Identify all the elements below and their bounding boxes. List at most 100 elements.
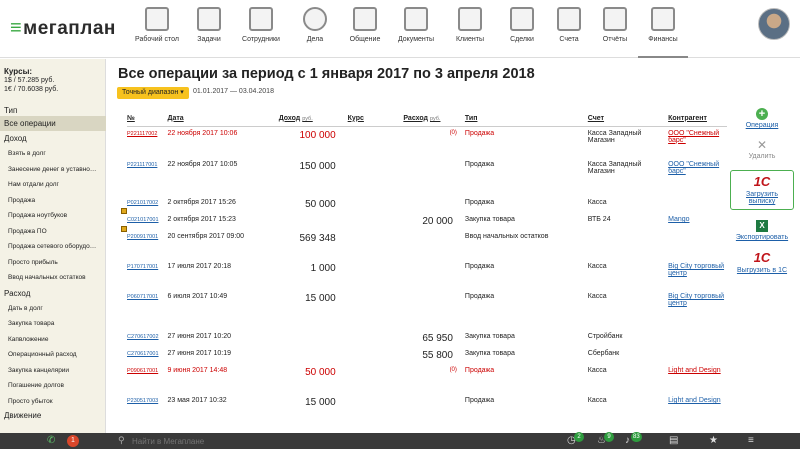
- operation-rate: [348, 158, 404, 196]
- load-statement-button[interactable]: 1С Загрузить выписку: [730, 170, 794, 210]
- nav-finance[interactable]: Финансы: [638, 4, 688, 58]
- operation-number-link[interactable]: Р170717001: [127, 264, 158, 270]
- sidebar-item-income[interactable]: Продажа сетевого оборудов...: [0, 239, 106, 255]
- table-header: № Дата Доход руб. Курс Расход руб. Тип Сче…: [127, 111, 727, 127]
- col-account[interactable]: Счет: [587, 111, 669, 127]
- table-row[interactable]: Р221117001 22 ноября 2017 10:05 150 000 Про…: [127, 158, 727, 196]
- nav-employees[interactable]: Сотрудники: [232, 4, 290, 58]
- sidebar-item-expense[interactable]: Закупка товара: [0, 316, 106, 332]
- col-type[interactable]: Тип: [464, 111, 588, 127]
- table-row[interactable]: Р200917001 20 сентября 2017 09:00 569 348 В…: [127, 230, 727, 260]
- operation-date: 9 июня 2017 14:48: [167, 367, 228, 374]
- operation-expense: [403, 158, 465, 196]
- table-row[interactable]: С021017001 2 октября 2017 15:23 20 000 Заку…: [127, 213, 727, 230]
- table-row[interactable]: Р221117002 22 ноября 2017 10:06 100 000 (0)…: [127, 126, 727, 158]
- operation-date: 27 июня 2017 10:20: [167, 333, 231, 340]
- nav-desktop[interactable]: Рабочий стол: [128, 4, 186, 58]
- operation-type: Закупка товара: [464, 216, 515, 223]
- contractor-link[interactable]: ООО "Снежный барс": [668, 130, 719, 144]
- operation-account: Касса: [587, 293, 607, 300]
- chat-icon[interactable]: ▤: [669, 435, 678, 446]
- operation-income: 150 000: [299, 161, 336, 172]
- col-num[interactable]: №: [127, 111, 168, 127]
- operation-number-link[interactable]: Р021017002: [127, 200, 158, 206]
- sidebar-item-income[interactable]: Занесение денег в уставной ...: [0, 162, 106, 178]
- expense-header[interactable]: Расход: [0, 286, 106, 301]
- add-operation-button[interactable]: + Операция: [730, 108, 794, 129]
- onec-logo-icon: 1С: [753, 250, 771, 265]
- contractor-link[interactable]: Light and Design: [668, 397, 721, 404]
- upload-1c-button[interactable]: 1С Выгрузить в 1С: [730, 250, 794, 275]
- sidebar-item-all-operations[interactable]: Все операции: [0, 116, 106, 131]
- col-contractor[interactable]: Контрагент: [668, 111, 727, 127]
- col-expense[interactable]: Расход руб.: [403, 111, 465, 127]
- contractor-link[interactable]: Big City торговый центр: [668, 263, 724, 277]
- operation-number-link[interactable]: Р200917001: [127, 234, 158, 240]
- table-row[interactable]: С270617001 27 июня 2017 10:19 55 800 Закупк…: [127, 347, 727, 364]
- main-content: Все операции за период с 1 января 2017 п…: [107, 59, 727, 433]
- col-income[interactable]: Доход руб.: [278, 111, 348, 127]
- operation-number-link[interactable]: С270617002: [127, 334, 159, 340]
- sidebar-item-expense[interactable]: Дать в долг: [0, 301, 106, 317]
- star-icon[interactable]: ★: [709, 435, 718, 446]
- operation-number-link[interactable]: Р221117001: [127, 162, 157, 168]
- load-statement-label: Загрузить выписку: [746, 191, 778, 205]
- operation-number-link[interactable]: Р090617001: [127, 368, 158, 374]
- sidebar-item-income[interactable]: Ввод начальных остатков: [0, 270, 106, 286]
- income-header[interactable]: Доход: [0, 131, 106, 146]
- contractor-link[interactable]: Big City торговый центр: [668, 293, 724, 307]
- table-row[interactable]: Р060717001 6 июля 2017 10:49 15 000 Продажа…: [127, 290, 727, 330]
- sidebar-item-income[interactable]: Взять в долг: [0, 146, 106, 162]
- export-button[interactable]: X Экспортировать: [730, 220, 794, 241]
- table-row[interactable]: Р090617001 9 июня 2017 14:48 50 000 (0) Прод…: [127, 364, 727, 394]
- sidebar-item-expense[interactable]: Просто убыток: [0, 394, 106, 410]
- col-rate[interactable]: Курс: [347, 111, 404, 127]
- nav-affairs[interactable]: Дела: [290, 4, 340, 58]
- search-input[interactable]: [132, 434, 432, 448]
- operation-rate: [348, 230, 404, 260]
- calls-badge[interactable]: 1: [67, 435, 79, 447]
- sidebar-item-income[interactable]: Продажа ПО: [0, 224, 106, 240]
- range-dropdown[interactable]: Точный диапазон ▾: [117, 87, 189, 99]
- operation-income: [279, 213, 348, 230]
- phone-icon[interactable]: ✆: [47, 435, 55, 446]
- contractor-link[interactable]: Light and Design: [668, 367, 721, 374]
- nav-deals[interactable]: Сделки: [498, 4, 546, 58]
- table-row[interactable]: Р021017002 2 октября 2017 15:26 50 000 Прод…: [127, 196, 727, 213]
- nav-tasks[interactable]: Задачи: [186, 4, 232, 58]
- delete-button[interactable]: ✕ Удалить: [730, 139, 794, 160]
- user-avatar[interactable]: [758, 8, 790, 40]
- sidebar-item-income[interactable]: Нам отдали долг: [0, 177, 106, 193]
- nav-chat[interactable]: Общение: [340, 4, 390, 58]
- table-row[interactable]: С270617002 27 июня 2017 10:20 65 950 Закупк…: [127, 330, 727, 347]
- menu-icon[interactable]: ≡: [748, 435, 754, 446]
- sidebar-item-expense[interactable]: Погашение долгов: [0, 378, 106, 394]
- nav-invoices[interactable]: Счета: [546, 4, 592, 58]
- operation-number-link[interactable]: Р060717001: [127, 294, 158, 300]
- clock-icon: [303, 7, 327, 31]
- app-logo[interactable]: ≡мегаплан: [10, 17, 116, 40]
- operation-number-link[interactable]: С270617001: [127, 351, 159, 357]
- operation-number-link[interactable]: Р230517003: [127, 398, 158, 404]
- table-row[interactable]: Р170717001 17 июля 2017 20:18 1 000 Продажа…: [127, 260, 727, 290]
- contractor-link[interactable]: Mango: [668, 216, 689, 223]
- operation-expense: 55 800: [422, 350, 453, 361]
- move-header[interactable]: Движение: [0, 409, 106, 423]
- bell-icon[interactable]: ♪: [625, 435, 630, 446]
- sidebar-item-expense[interactable]: Операционный расход: [0, 347, 106, 363]
- close-icon: ✕: [756, 138, 768, 152]
- contractor-link[interactable]: ООО "Снежный барс": [668, 161, 719, 175]
- sidebar-item-income[interactable]: Продажа ноутбуков: [0, 208, 106, 224]
- sidebar-item-income[interactable]: Просто прибыль: [0, 255, 106, 271]
- nav-reports[interactable]: Отчёты: [592, 4, 638, 58]
- operation-number-link[interactable]: С021017001: [127, 217, 159, 223]
- sidebar-item-expense[interactable]: Закупка канцелярии: [0, 363, 106, 379]
- operation-number-link[interactable]: Р221117002: [127, 131, 157, 137]
- logo-text: мегаплан: [23, 18, 116, 39]
- col-date[interactable]: Дата: [167, 111, 279, 127]
- nav-documents[interactable]: Документы: [390, 4, 442, 58]
- nav-clients[interactable]: Клиенты: [442, 4, 498, 58]
- sidebar-item-income[interactable]: Продажа: [0, 193, 106, 209]
- sidebar-item-expense[interactable]: Капвложение: [0, 332, 106, 348]
- operation-type: Продажа: [464, 199, 495, 206]
